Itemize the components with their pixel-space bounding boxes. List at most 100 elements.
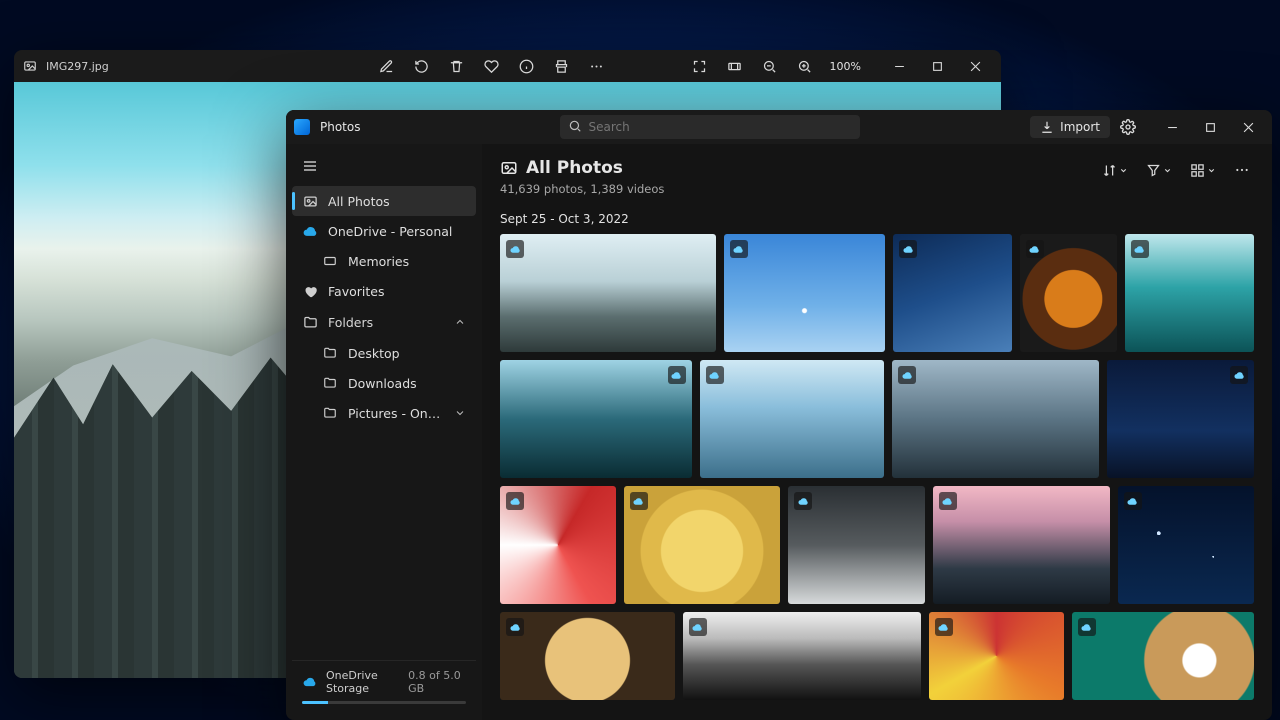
hamburger-icon[interactable] [296,152,324,180]
photos-app-window: Photos Import All Photo [286,110,1272,720]
search-icon [568,119,582,133]
onedrive-badge-icon [630,492,648,510]
onedrive-badge-icon [689,618,707,636]
folders-label: Folders [328,315,373,330]
sidebar-item-label: Favorites [328,284,384,299]
onedrive-badge-icon [935,618,953,636]
content-more-icon[interactable] [1230,158,1254,182]
photo-thumbnail[interactable] [1072,612,1255,700]
photo-thumbnail[interactable] [892,360,1098,478]
onedrive-badge-icon [506,618,524,636]
onedrive-badge-icon [668,366,686,384]
storage-usage: 0.8 of 5.0 GB [408,669,466,695]
photo-thumbnail[interactable] [1107,360,1254,478]
zoom-level: 100% [826,60,865,73]
chevron-up-icon [454,316,466,328]
onedrive-badge-icon [1078,618,1096,636]
onedrive-badge-icon [706,366,724,384]
sidebar-item-label: All Photos [328,194,390,209]
storage-bar [302,701,466,704]
photo-thumbnail[interactable] [624,486,781,604]
sidebar-folder-pictures[interactable]: Pictures - OneDrive Personal [292,398,476,428]
onedrive-badge-icon [506,492,524,510]
photos-app-title: Photos [320,120,360,134]
photo-thumbnail[interactable] [1118,486,1254,604]
content-heading: All Photos [526,158,623,178]
image-icon [302,193,318,209]
photo-thumbnail[interactable] [788,486,924,604]
onedrive-badge-icon [898,366,916,384]
photo-thumbnail[interactable] [500,486,616,604]
photos-titlebar: Photos Import [286,110,1272,144]
photo-thumbnail[interactable] [1125,234,1254,352]
onedrive-badge-icon [730,240,748,258]
maximize-button[interactable] [919,52,955,80]
onedrive-badge-icon [1131,240,1149,258]
sidebar-item-label: OneDrive - Personal [328,224,452,239]
photo-thumbnail[interactable] [929,612,1064,700]
sidebar-item-onedrive[interactable]: OneDrive - Personal [292,216,476,246]
sidebar-item-all-photos[interactable]: All Photos [292,186,476,216]
info-icon[interactable] [513,55,540,78]
onedrive-badge-icon [1124,492,1142,510]
folder-icon [302,314,318,330]
viewer-titlebar: IMG297.jpg 100% [14,50,1001,82]
content-area: All Photos 41,639 photos, 1,389 videos S… [482,144,1272,720]
sidebar-folder-desktop[interactable]: Desktop [292,338,476,368]
photo-thumbnail[interactable] [933,486,1110,604]
viewer-filename: IMG297.jpg [46,60,109,73]
settings-icon[interactable] [1114,115,1142,139]
print-icon[interactable] [548,55,575,78]
zoom-out-icon[interactable] [756,55,783,78]
photo-thumbnail[interactable] [893,234,1012,352]
import-button[interactable]: Import [1030,116,1110,138]
delete-icon[interactable] [443,55,470,78]
storage-label: OneDrive Storage [326,669,400,695]
close-button[interactable] [957,52,993,80]
sidebar-item-favorites[interactable]: Favorites [292,276,476,306]
sidebar-item-label: Desktop [348,346,400,361]
sidebar-item-label: Memories [348,254,409,269]
sidebar-folders-header[interactable]: Folders [292,306,476,338]
photo-thumbnail[interactable] [1020,234,1117,352]
onedrive-badge-icon [1026,240,1044,258]
photo-thumbnail[interactable] [683,612,921,700]
photo-thumbnail[interactable] [500,612,675,700]
zoom-in-icon[interactable] [791,55,818,78]
photo-thumbnail[interactable] [500,360,692,478]
folder-icon [322,375,338,391]
onedrive-badge-icon [794,492,812,510]
minimize-button[interactable] [881,52,917,80]
folder-icon [322,345,338,361]
edit-icon[interactable] [373,55,400,78]
photos-close-button[interactable] [1230,113,1266,141]
sort-button[interactable] [1098,159,1132,182]
onedrive-badge-icon [939,492,957,510]
filmstrip-icon[interactable] [721,55,748,78]
photo-gallery [500,234,1254,700]
chevron-down-icon [454,407,466,419]
sidebar-item-label: Downloads [348,376,417,391]
onedrive-badge-icon [506,240,524,258]
sidebar-item-memories[interactable]: Memories [292,246,476,276]
more-icon[interactable] [583,55,610,78]
sidebar-item-label: Pictures - OneDrive Personal [348,406,444,421]
viewer-app-icon [22,58,38,74]
photos-maximize-button[interactable] [1192,113,1228,141]
photo-thumbnail[interactable] [500,234,716,352]
photo-thumbnail[interactable] [724,234,886,352]
gallery-icon [500,159,518,177]
search-input[interactable] [560,115,860,139]
fullscreen-icon[interactable] [686,55,713,78]
photos-minimize-button[interactable] [1154,113,1190,141]
rotate-icon[interactable] [408,55,435,78]
date-range-label: Sept 25 - Oct 3, 2022 [500,212,1254,226]
photo-thumbnail[interactable] [700,360,884,478]
card-icon [322,253,338,269]
view-button[interactable] [1186,159,1220,182]
filter-button[interactable] [1142,159,1176,182]
favorite-icon[interactable] [478,55,505,78]
sidebar-storage[interactable]: OneDrive Storage 0.8 of 5.0 GB [292,660,476,712]
sidebar-folder-downloads[interactable]: Downloads [292,368,476,398]
onedrive-badge-icon [899,240,917,258]
